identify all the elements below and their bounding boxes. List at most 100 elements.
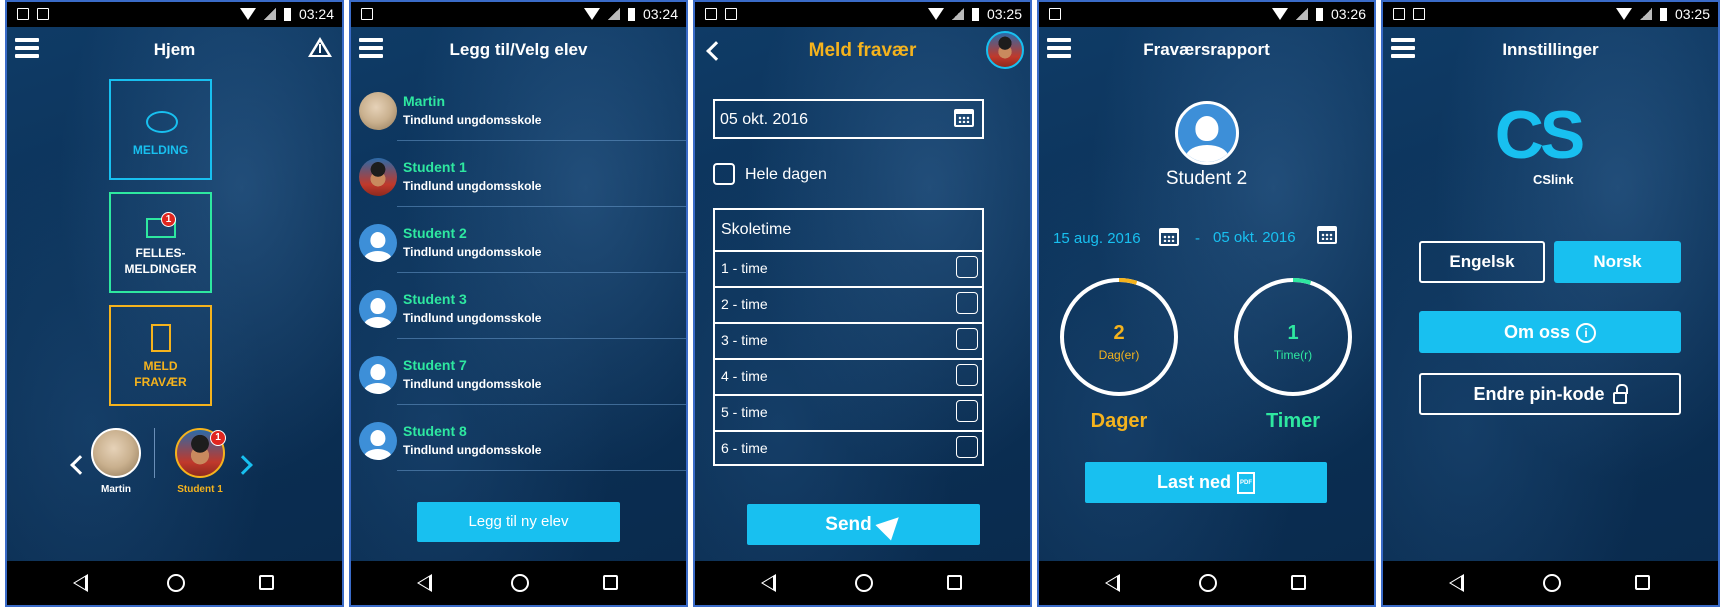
- list-item[interactable]: Student 7 Tindlund ungdomsskole: [351, 345, 686, 405]
- page-title: Meld fravær: [808, 40, 917, 61]
- hours-value: 1: [1287, 322, 1299, 344]
- sim-icon: [1413, 8, 1425, 20]
- calendar-icon[interactable]: [1317, 226, 1337, 244]
- lesson-checkbox[interactable]: [956, 292, 978, 314]
- lesson-checkbox[interactable]: [956, 364, 978, 386]
- school-name: Tindlund ungdomsskole: [403, 443, 542, 457]
- status-bar: 03:25: [1383, 2, 1718, 27]
- home-icon[interactable]: [167, 574, 185, 592]
- list-item[interactable]: Student 1 Tindlund ungdomsskole: [351, 147, 686, 207]
- change-pin-label: Endre pin-kode: [1473, 384, 1605, 404]
- list-item[interactable]: Student 2 Tindlund ungdomsskole: [351, 213, 686, 273]
- nav-bar: [7, 561, 342, 605]
- recent-apps-icon[interactable]: [603, 575, 618, 590]
- recent-apps-icon[interactable]: [1291, 575, 1306, 590]
- app-bar: Fraværsrapport: [1039, 27, 1374, 75]
- list-item[interactable]: Student 3 Tindlund ungdomsskole: [351, 279, 686, 339]
- sim-icon: [1049, 8, 1061, 20]
- phone-settings: 03:25 Innstillinger CS CSlink Engelsk No…: [1381, 0, 1720, 607]
- student-name: Student 3: [403, 291, 467, 307]
- app-bar: Hjem: [7, 27, 342, 75]
- hamburger-icon[interactable]: [15, 38, 39, 60]
- signal-icon: [263, 8, 276, 20]
- list-item[interactable]: Martin Tindlund ungdomsskole: [351, 81, 686, 141]
- felles-label-2: MELDINGER: [124, 262, 197, 276]
- hamburger-icon[interactable]: [1047, 38, 1071, 60]
- hours-label: Timer: [1265, 410, 1321, 432]
- image-icon: [17, 8, 29, 20]
- lesson-row[interactable]: 3 - time: [715, 322, 982, 355]
- back-icon[interactable]: [73, 574, 88, 592]
- lesson-checkbox[interactable]: [956, 256, 978, 278]
- back-icon[interactable]: [1449, 574, 1464, 592]
- avatar-martin[interactable]: [91, 428, 141, 478]
- status-time: 03:26: [1330, 6, 1366, 22]
- avatar[interactable]: [986, 31, 1024, 69]
- lesson-checkbox[interactable]: [956, 436, 978, 458]
- lesson-label: 1 - time: [721, 260, 768, 276]
- back-icon[interactable]: [761, 574, 776, 592]
- lesson-row[interactable]: 4 - time: [715, 358, 982, 391]
- date-separator: -: [1195, 230, 1200, 247]
- student-name: Student 7: [403, 357, 467, 373]
- home-icon[interactable]: [511, 574, 529, 592]
- date-from[interactable]: 15 aug. 2016: [1053, 230, 1141, 247]
- hours-unit: Time(r): [1273, 348, 1313, 362]
- recent-apps-icon[interactable]: [1635, 575, 1650, 590]
- hours-ring: 1 Time(r): [1234, 278, 1352, 396]
- whole-day-checkbox[interactable]: [713, 163, 735, 185]
- wifi-icon: [239, 8, 256, 20]
- back-icon[interactable]: [1105, 574, 1120, 592]
- sim-icon: [725, 8, 737, 20]
- nav-bar: [351, 561, 686, 605]
- hamburger-icon[interactable]: [359, 38, 383, 60]
- language-english-button[interactable]: Engelsk: [1419, 241, 1545, 283]
- recent-apps-icon[interactable]: [259, 575, 274, 590]
- calendar-icon[interactable]: [954, 109, 974, 127]
- add-student-button[interactable]: Legg til ny elev: [417, 502, 620, 542]
- days-unit: Dag(er): [1098, 348, 1140, 362]
- date-field[interactable]: 05 okt. 2016: [713, 99, 984, 139]
- back-arrow-icon[interactable]: [706, 41, 726, 61]
- lesson-row[interactable]: 5 - time: [715, 394, 982, 427]
- calendar-icon[interactable]: [1159, 228, 1179, 246]
- list-item[interactable]: Student 8 Tindlund ungdomsskole: [351, 411, 686, 471]
- lesson-row[interactable]: 6 - time: [715, 430, 982, 463]
- meld-fravaer-tile[interactable]: MELD FRAVÆR: [109, 305, 212, 406]
- fellesmeldinger-tile[interactable]: 1 FELLES- MELDINGER: [109, 192, 212, 293]
- about-label: Om oss: [1503, 322, 1571, 342]
- send-button[interactable]: Send: [747, 504, 980, 545]
- whole-day-label: Hele dagen: [745, 166, 827, 183]
- send-label: Send: [825, 514, 872, 535]
- lesson-checkbox[interactable]: [956, 400, 978, 422]
- lesson-row[interactable]: 1 - time: [715, 250, 982, 283]
- divider: [397, 140, 686, 141]
- lesson-checkbox[interactable]: [956, 328, 978, 350]
- school-name: Tindlund ungdomsskole: [403, 377, 542, 391]
- school-name: Tindlund ungdomsskole: [403, 311, 542, 325]
- back-icon[interactable]: [417, 574, 432, 592]
- home-icon[interactable]: [1199, 574, 1217, 592]
- home-icon[interactable]: [1543, 574, 1561, 592]
- home-icon[interactable]: [855, 574, 873, 592]
- lock-icon: [1612, 384, 1628, 405]
- download-button[interactable]: Last ned PDF: [1085, 462, 1327, 503]
- battery-icon: [627, 7, 635, 21]
- lesson-row[interactable]: 2 - time: [715, 286, 982, 319]
- date-to[interactable]: 05 okt. 2016: [1213, 229, 1296, 246]
- fravaer-label-2: FRAVÆR: [134, 375, 187, 389]
- about-button[interactable]: Om oss i: [1419, 311, 1681, 353]
- avatar: [359, 92, 397, 130]
- lessons-table: Skoletime 1 - time 2 - time 3 - time 4 -…: [713, 208, 984, 466]
- recent-apps-icon[interactable]: [947, 575, 962, 590]
- status-bar: 03:24: [351, 2, 686, 27]
- felles-label-1: FELLES-: [135, 246, 186, 260]
- wifi-icon: [1615, 8, 1632, 20]
- melding-tile[interactable]: MELDING: [109, 79, 212, 180]
- info-icon: i: [1576, 323, 1597, 344]
- divider: [397, 272, 686, 273]
- warning-icon[interactable]: [308, 37, 332, 57]
- language-norwegian-button[interactable]: Norsk: [1554, 241, 1681, 283]
- change-pin-button[interactable]: Endre pin-kode: [1419, 373, 1681, 415]
- hamburger-icon[interactable]: [1391, 38, 1415, 60]
